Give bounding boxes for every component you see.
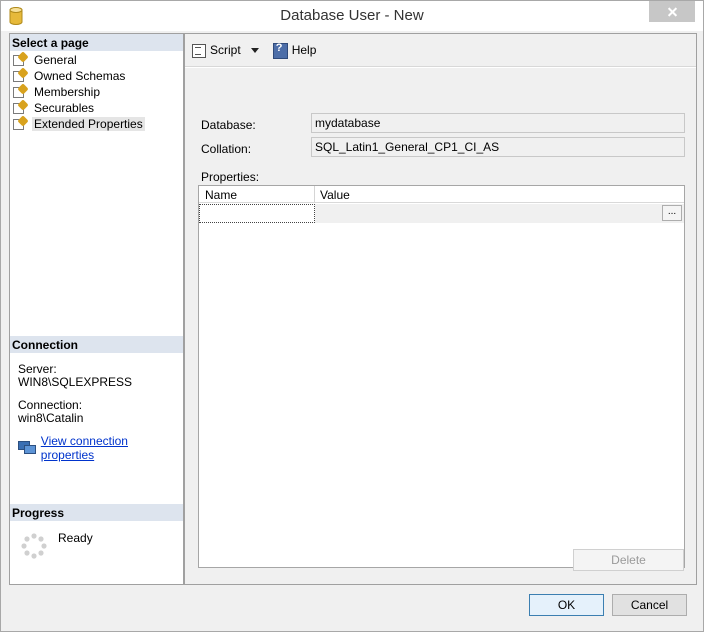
page-wrench-icon: [12, 51, 29, 67]
window-title: Database User - New: [280, 7, 424, 24]
connection-properties-icon: [18, 441, 36, 455]
dialog-client-area: Select a page General Owned Schemas Memb…: [8, 32, 698, 585]
close-button[interactable]: [649, 1, 695, 22]
page-item-label: Extended Properties: [32, 117, 145, 131]
script-button[interactable]: Script: [191, 42, 265, 58]
column-header-name[interactable]: Name: [199, 186, 243, 203]
help-icon: [272, 42, 289, 59]
page-wrench-icon: [12, 67, 29, 83]
select-page-header: Select a page: [10, 34, 183, 51]
progress-spinner-icon: [21, 533, 47, 559]
title-bar[interactable]: Database User - New: [1, 1, 703, 31]
cancel-button[interactable]: Cancel: [612, 594, 687, 616]
script-dropdown-arrow-icon[interactable]: [250, 47, 259, 53]
page-wrench-icon: [12, 99, 29, 115]
value-cell[interactable]: ...: [315, 204, 684, 223]
script-label: Script: [210, 43, 241, 57]
connection-value: win8\Catalin: [18, 411, 84, 425]
view-connection-properties-link[interactable]: View connection properties: [18, 434, 183, 462]
properties-grid[interactable]: Name Value ...: [198, 185, 685, 568]
database-label: Database:: [201, 118, 256, 132]
name-cell[interactable]: [199, 204, 315, 223]
help-button[interactable]: Help: [272, 42, 317, 59]
delete-button[interactable]: Delete: [573, 549, 684, 571]
extended-properties-content: Database: mydatabase Collation: SQL_Lati…: [185, 68, 696, 584]
page-item-label: Owned Schemas: [34, 69, 126, 83]
page-wrench-icon: [12, 83, 29, 99]
left-panel: Select a page General Owned Schemas Memb…: [9, 33, 184, 585]
connection-header: Connection: [10, 336, 183, 353]
column-header-value[interactable]: Value: [314, 186, 356, 203]
page-wrench-icon: [12, 115, 29, 131]
dialog-window: Database User - New Select a page Genera…: [0, 0, 704, 632]
table-row[interactable]: ...: [199, 204, 684, 223]
page-item-general[interactable]: General: [12, 51, 182, 68]
script-icon: [191, 42, 207, 58]
page-item-membership[interactable]: Membership: [12, 83, 182, 100]
right-panel: Script Help Database: mydatabase Collati…: [184, 33, 697, 585]
view-connection-properties-text[interactable]: View connection properties: [41, 434, 183, 462]
progress-header: Progress: [10, 504, 183, 521]
properties-label: Properties:: [201, 170, 260, 184]
ellipsis-button[interactable]: ...: [662, 205, 682, 221]
page-item-label: General: [34, 53, 77, 67]
page-item-extended-properties[interactable]: Extended Properties: [12, 115, 182, 132]
page-item-label: Securables: [34, 101, 95, 115]
page-item-label: Membership: [34, 85, 101, 99]
ok-button[interactable]: OK: [529, 594, 604, 616]
grid-header: Name Value: [199, 186, 684, 203]
page-list: General Owned Schemas Membership Securab…: [12, 51, 182, 132]
collation-field: SQL_Latin1_General_CP1_CI_AS: [311, 137, 685, 157]
server-value: WIN8\SQLEXPRESS: [18, 375, 133, 389]
help-label: Help: [291, 43, 317, 57]
database-field: mydatabase: [311, 113, 685, 133]
page-item-owned-schemas[interactable]: Owned Schemas: [12, 67, 182, 84]
collation-label: Collation:: [201, 142, 252, 156]
progress-status: Ready: [58, 531, 93, 545]
page-item-securables[interactable]: Securables: [12, 99, 182, 116]
toolbar: Script Help: [185, 34, 696, 67]
